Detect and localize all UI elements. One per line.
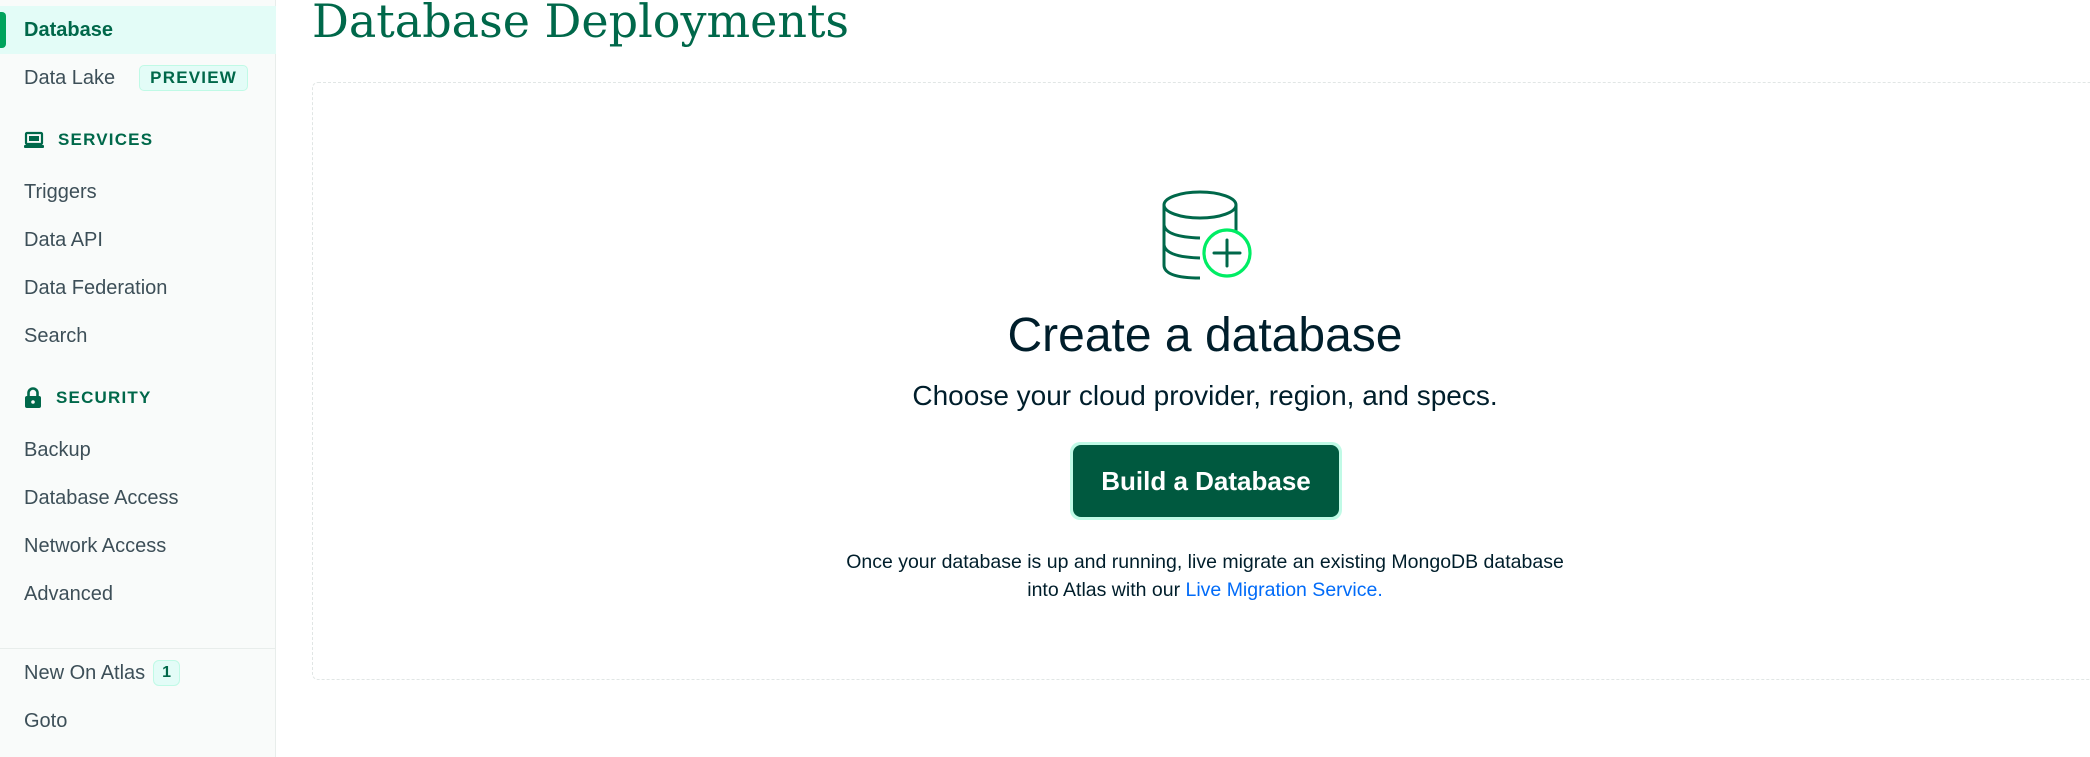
sidebar-item-label: Data API — [24, 228, 103, 251]
services-section-heading: SERVICES — [24, 125, 153, 155]
sidebar-item-search[interactable]: Search — [0, 312, 276, 360]
sidebar-item-database[interactable]: Database — [0, 6, 276, 54]
database-plus-icon — [1162, 190, 1252, 280]
sidebar-item-goto[interactable]: Goto — [0, 697, 276, 745]
sidebar-item-label: Backup — [24, 438, 91, 461]
sidebar-item-label: Goto — [24, 709, 68, 732]
sidebar-item-label: Data Federation — [24, 276, 168, 299]
laptop-icon — [24, 131, 44, 148]
build-database-button-focus-ring: Build a Database — [1070, 442, 1342, 520]
sidebar-item-label: Network Access — [24, 534, 167, 557]
footnote-line-1: Once your database is up and running, li… — [846, 551, 1564, 573]
sidebar-item-label: Search — [24, 324, 88, 347]
new-on-atlas-count-badge: 1 — [153, 660, 181, 686]
page-title: Database Deployments — [312, 0, 850, 48]
sidebar-item-backup[interactable]: Backup — [0, 426, 276, 474]
sidebar-item-data-lake[interactable]: Data Lake PREVIEW — [0, 54, 276, 102]
empty-state-subline: Choose your cloud provider, region, and … — [912, 380, 1498, 411]
sidebar-item-network-access[interactable]: Network Access — [0, 522, 276, 570]
sidebar-item-label: New On Atlas — [24, 661, 146, 684]
sidebar-item-label: Database — [24, 18, 113, 41]
security-section-heading: SECURITY — [24, 383, 152, 413]
lock-icon — [25, 387, 41, 408]
footnote-line-2: into Atlas with our — [1027, 579, 1181, 601]
sidebar-item-data-api[interactable]: Data API — [0, 216, 276, 264]
empty-state-headline: Create a database — [1007, 309, 1403, 362]
sidebar-item-data-federation[interactable]: Data Federation — [0, 264, 276, 312]
migration-footnote: Once your database is up and running, li… — [750, 548, 1660, 604]
sidebar-item-advanced[interactable]: Advanced — [0, 570, 276, 618]
sidebar-item-label: Triggers — [24, 180, 97, 203]
sidebar-item-label: Advanced — [24, 582, 113, 605]
sidebar: Database Data Lake PREVIEW SERVICES Trig… — [0, 0, 276, 757]
build-database-button[interactable]: Build a Database — [1073, 445, 1339, 517]
services-heading-label: SERVICES — [58, 130, 154, 149]
security-heading-label: SECURITY — [56, 388, 152, 407]
sidebar-item-label: Database Access — [24, 486, 179, 509]
sidebar-item-label: Data Lake — [24, 66, 116, 89]
sidebar-item-new-on-atlas[interactable]: New On Atlas 1 — [0, 649, 276, 697]
sidebar-item-triggers[interactable]: Triggers — [0, 168, 276, 216]
sidebar-item-database-access[interactable]: Database Access — [0, 474, 276, 522]
live-migration-service-link[interactable]: Live Migration Service. — [1186, 579, 1383, 601]
preview-badge: PREVIEW — [139, 65, 248, 91]
